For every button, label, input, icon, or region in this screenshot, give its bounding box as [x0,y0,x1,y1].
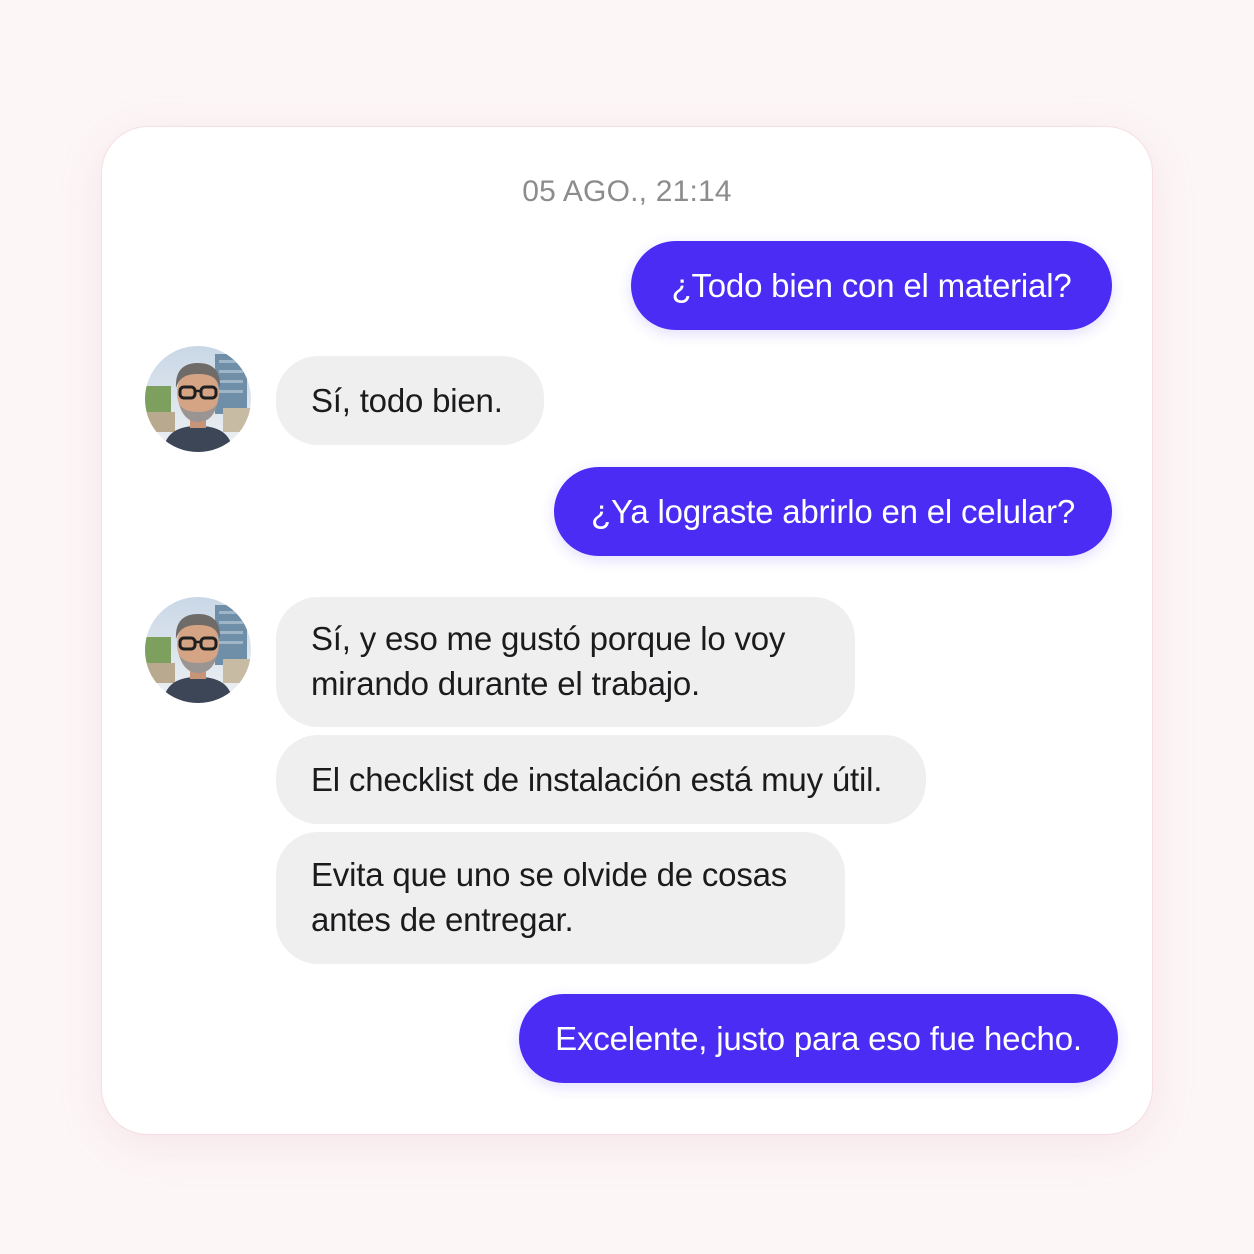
person-photo-avatar-icon [145,346,251,452]
message-text: ¿Ya lograste abrirlo en el celular? [591,493,1075,530]
received-message-bubble[interactable]: Sí, y eso me gustó porque lo voy mirando… [276,597,855,727]
message-text: Sí, todo bien. [311,382,503,419]
message-text-line: Evita que uno se olvide de cosas [311,856,788,893]
sent-message-bubble[interactable]: ¿Ya lograste abrirlo en el celular? [554,467,1112,556]
person-photo-avatar-icon [145,597,251,703]
sent-message-bubble[interactable]: ¿Todo bien con el material? [631,241,1112,330]
sent-message-bubble[interactable]: Excelente, justo para eso fue hecho. [519,994,1118,1083]
contact-avatar[interactable] [145,597,251,703]
received-message-bubble[interactable]: El checklist de instalación está muy úti… [276,735,926,824]
contact-avatar[interactable] [145,346,251,452]
message-text: Excelente, justo para eso fue hecho. [555,1020,1082,1057]
message-text: ¿Todo bien con el material? [671,267,1072,304]
message-text: El checklist de instalación está muy úti… [311,761,883,798]
message-text-line: antes de entregar. [311,901,574,938]
message-text-line: Sí, y eso me gustó porque lo voy [311,620,786,657]
message-timestamp: 05 AGO., 21:14 [522,175,732,208]
received-message-bubble[interactable]: Evita que uno se olvide de cosas antes d… [276,832,845,964]
message-text-line: mirando durante el trabajo. [311,665,701,702]
received-message-bubble[interactable]: Sí, todo bien. [276,356,544,445]
